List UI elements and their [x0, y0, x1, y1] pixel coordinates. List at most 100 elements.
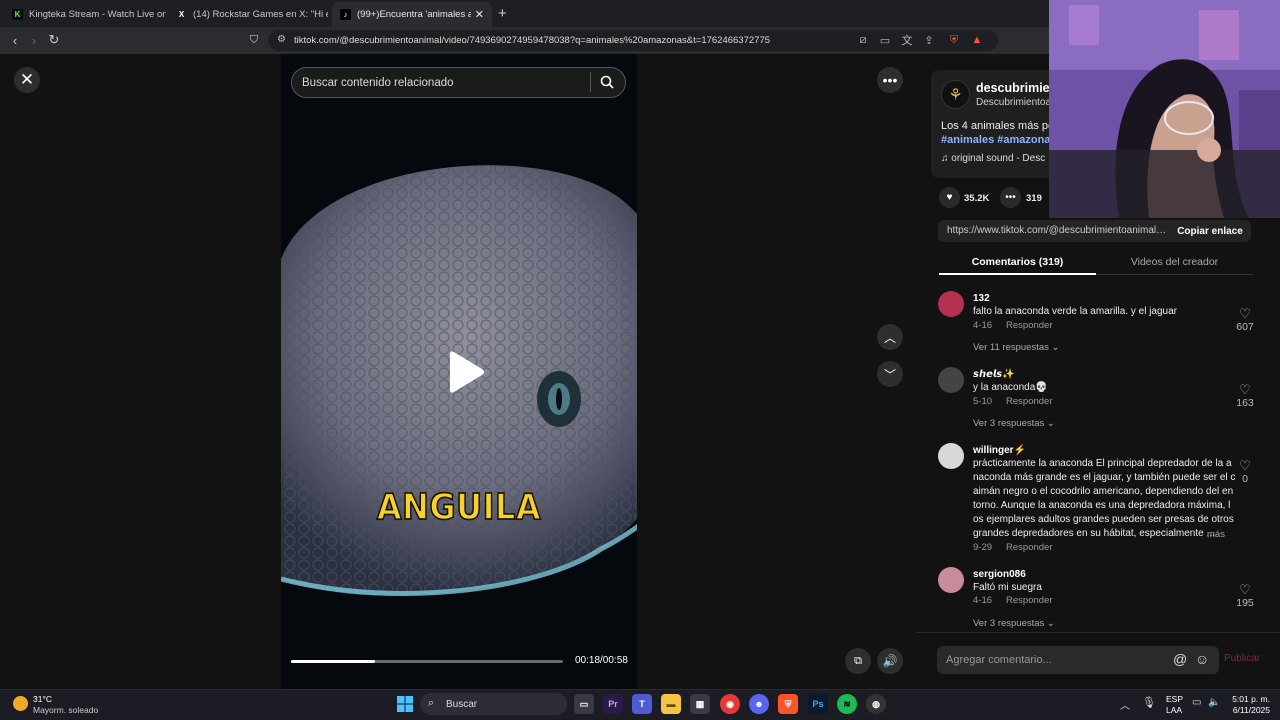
search-icon[interactable]	[598, 73, 616, 91]
like-icon[interactable]: ♥	[939, 187, 960, 208]
task-view-icon[interactable]: ▭	[574, 694, 594, 714]
reload-icon[interactable]: ↻	[45, 31, 63, 49]
comment-user[interactable]: willinger⚡	[973, 445, 1026, 456]
search-divider	[590, 72, 591, 92]
back-icon[interactable]: ‹	[6, 31, 24, 49]
creator-handle[interactable]: Descubrimientoa	[976, 97, 1051, 108]
tab-tiktok[interactable]: ♪ (99+)Encuentra 'animales amazo ✕	[332, 2, 492, 27]
language-code[interactable]: ESP	[1166, 694, 1183, 704]
share-icon[interactable]: ⇪	[921, 32, 937, 48]
share-link-text[interactable]: https://www.tiktok.com/@descubrimientoan…	[947, 225, 1167, 236]
comment-like[interactable]: ♡ 195	[1230, 583, 1260, 610]
hashtags[interactable]: #animales #amazona	[941, 134, 1050, 146]
reader-mode-icon[interactable]: ⧄	[855, 32, 871, 48]
next-video-button[interactable]: ﹀	[877, 361, 903, 387]
tab-x[interactable]: X (14) Rockstar Games en X: "Hi everyo	[168, 2, 328, 27]
see-more-link[interactable]: más	[1207, 528, 1225, 542]
volume-icon[interactable]: 🔊	[877, 648, 903, 674]
cast-icon[interactable]: ▭	[877, 32, 893, 48]
view-replies-label: Ver 3 respuestas	[973, 618, 1045, 629]
obs-icon[interactable]: ◍	[866, 694, 886, 714]
windows-start-icon[interactable]	[395, 694, 415, 714]
reply-button[interactable]: Responder	[1006, 595, 1052, 606]
sound-link[interactable]: ♫ original sound - Desc	[941, 153, 1045, 164]
view-replies-button[interactable]: Ver 3 respuestas ⌄	[973, 418, 1055, 429]
weather-icon[interactable]	[13, 696, 28, 711]
premiere-icon[interactable]: Pr	[603, 694, 623, 714]
tray-overflow-icon[interactable]: ︿	[1120, 697, 1130, 712]
weather-desc[interactable]: Mayorm. soleado	[33, 705, 98, 715]
emoji-icon[interactable]: ☺	[1195, 651, 1209, 667]
view-replies-button[interactable]: Ver 11 respuestas ⌄	[973, 342, 1059, 353]
url-text: tiktok.com/@descubrimientoanimal/video/7…	[294, 35, 771, 46]
mention-icon[interactable]: @	[1173, 651, 1187, 667]
brave-rewards-icon[interactable]: ▲	[969, 32, 985, 48]
search-placeholder: Buscar contenido relacionado	[302, 76, 454, 89]
previous-video-button[interactable]: ︿	[877, 324, 903, 350]
new-tab-icon[interactable]: +	[498, 5, 507, 22]
network-icon[interactable]: ▭	[1192, 697, 1201, 708]
chrome-icon[interactable]: ◉	[720, 694, 740, 714]
more-options-icon[interactable]: •••	[877, 67, 903, 93]
teams-icon[interactable]: T	[632, 694, 652, 714]
heart-outline-icon[interactable]: ♡	[1230, 307, 1260, 321]
video-player[interactable]	[281, 54, 637, 689]
comment-like[interactable]: ♡ 163	[1230, 383, 1260, 410]
comment-user[interactable]: 132	[973, 293, 990, 304]
forward-icon[interactable]: ›	[25, 31, 43, 49]
comment-like[interactable]: ♡ 607	[1230, 307, 1260, 334]
comment-avatar[interactable]	[938, 291, 964, 317]
floating-player-icon[interactable]: ⧉	[845, 648, 871, 674]
play-icon[interactable]	[442, 350, 486, 394]
brave-icon[interactable]: ⛨	[778, 694, 798, 714]
translate-icon[interactable]: 文	[899, 32, 915, 48]
comment-count: 319	[1026, 193, 1042, 204]
reply-button[interactable]: Responder	[1006, 320, 1052, 331]
comment-text-line: torno. Aunque la anaconda es una depreda…	[973, 500, 1231, 511]
comment-text: y la anaconda💀	[973, 382, 1048, 393]
comment-meta: 5-10 Responder	[973, 396, 1053, 407]
reply-button[interactable]: Responder	[1006, 542, 1052, 553]
comment-input[interactable]: Agregar comentario... @ ☺	[937, 646, 1219, 674]
comment-avatar[interactable]	[938, 367, 964, 393]
view-replies-button[interactable]: Ver 3 respuestas ⌄	[973, 618, 1055, 629]
comment-user[interactable]: 𝙨𝙝𝙚𝙡𝙨✨	[973, 369, 1015, 380]
copy-link-button[interactable]: Copiar enlace	[1171, 222, 1249, 240]
related-search-input[interactable]: Buscar contenido relacionado	[291, 67, 626, 98]
creator-avatar[interactable]: ⚘	[941, 80, 970, 109]
weather-temp[interactable]: 31°C	[33, 694, 52, 704]
brave-shield-icon[interactable]: ⛨	[946, 32, 962, 48]
reply-button[interactable]: Responder	[1006, 396, 1052, 407]
discord-icon[interactable]: ☻	[749, 694, 769, 714]
speaker-icon[interactable]: 🔈	[1208, 697, 1220, 708]
store-icon[interactable]: ▦	[690, 694, 710, 714]
close-button[interactable]: ✕	[14, 67, 40, 93]
heart-outline-icon[interactable]: ♡	[1230, 383, 1260, 397]
bookmark-icon[interactable]: ⛉	[245, 31, 263, 49]
tab-creator-videos[interactable]: Videos del creador	[1096, 250, 1253, 275]
microphone-icon[interactable]: 🎙	[1142, 696, 1156, 709]
comment-date: 9-29	[973, 542, 993, 553]
keyboard-layout[interactable]: LAA	[1166, 705, 1182, 715]
file-explorer-icon[interactable]: ▬	[661, 694, 681, 714]
spotify-icon[interactable]: ≋	[837, 694, 857, 714]
tab-title: Kingteka Stream - Watch Live on Kick	[29, 9, 166, 20]
creator-name[interactable]: descubrimien	[976, 81, 1057, 95]
comment-like[interactable]: ♡ 0	[1230, 459, 1260, 486]
comment-user[interactable]: sergion086	[973, 569, 1026, 580]
clock-date[interactable]: 6/11/2025	[1226, 705, 1270, 715]
taskbar-search[interactable]: ⌕ Buscar	[420, 693, 567, 715]
tab-comments[interactable]: Comentarios (319)	[939, 250, 1096, 275]
comment-text-line: os ejemplares adultos grandes pueden ser…	[973, 514, 1234, 525]
heart-outline-icon[interactable]: ♡	[1230, 459, 1260, 473]
heart-outline-icon[interactable]: ♡	[1230, 583, 1260, 597]
comment-avatar[interactable]	[938, 567, 964, 593]
publish-button[interactable]: Publicar	[1224, 653, 1260, 664]
tab-kick[interactable]: K Kingteka Stream - Watch Live on Kick	[4, 2, 166, 27]
photoshop-icon[interactable]: Ps	[808, 694, 828, 714]
clock-time[interactable]: 5:01 p. m.	[1230, 694, 1270, 704]
site-info-icon[interactable]: ⚙	[277, 34, 286, 45]
comment-avatar[interactable]	[938, 443, 964, 469]
comment-icon[interactable]: •••	[1000, 187, 1021, 208]
close-tab-icon[interactable]: ✕	[475, 8, 484, 21]
